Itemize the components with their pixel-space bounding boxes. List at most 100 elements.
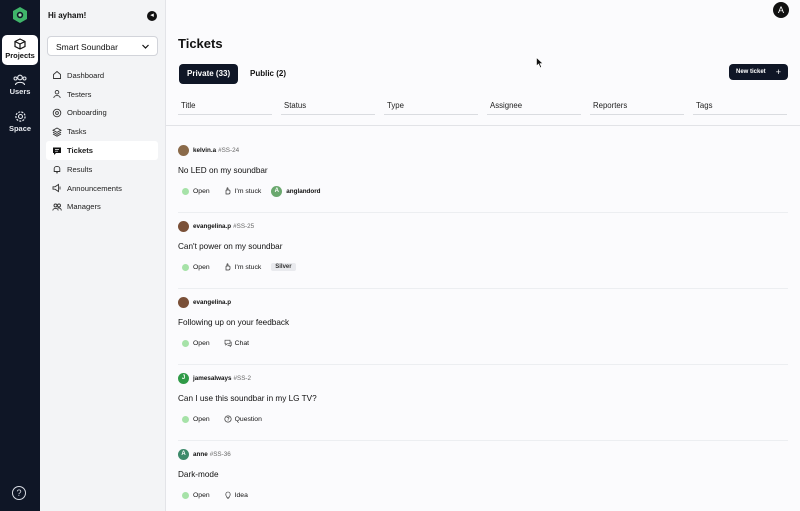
divider	[166, 125, 800, 126]
sidebar-item-managers[interactable]: Managers	[46, 198, 158, 217]
rail-item-projects[interactable]: Projects	[2, 35, 38, 65]
column-filter-type[interactable]: Type	[384, 97, 478, 115]
sidebar-item-testers[interactable]: Testers	[46, 85, 158, 104]
ticket-id: #SS-25	[233, 223, 255, 230]
sidebar-item-onboarding[interactable]: Onboarding	[46, 104, 158, 123]
status-dot	[182, 415, 189, 423]
status-dot	[182, 263, 189, 271]
status-label: Open	[193, 187, 210, 195]
status-label: Open	[193, 415, 210, 423]
sidebar-item-label: Tickets	[67, 146, 94, 156]
rail-item-label: Projects	[5, 51, 35, 60]
chat-icon	[53, 147, 61, 155]
status-dot	[182, 491, 189, 499]
gear-icon	[14, 111, 26, 122]
plus-icon: +	[775, 67, 781, 77]
layers-icon	[52, 127, 62, 137]
main-content: A Tickets Private (33) Public (2) New ti…	[166, 0, 800, 511]
sidebar-item-label: Managers	[67, 202, 101, 212]
sidebar-item-label: Dashboard	[67, 70, 105, 80]
ticket-title: No LED on my soundbar	[178, 166, 268, 175]
flower-icon	[52, 108, 62, 118]
sidebar-item-dashboard[interactable]: Dashboard	[46, 66, 158, 85]
ticket-row[interactable]: evangelina.p #SS-25 Can't power on my so…	[178, 213, 788, 289]
status-badge: Open	[178, 337, 214, 349]
house-icon	[53, 71, 61, 80]
type-label: Question	[234, 415, 262, 423]
ticket-row[interactable]: kelvin.a #SS-24 No LED on my soundbar Op…	[178, 137, 788, 213]
rail-item-space[interactable]: Space	[2, 107, 38, 137]
ticket-row[interactable]: A anne #SS-36 Dark-mode Open Idea	[178, 441, 788, 511]
type-badge: Question	[220, 413, 266, 425]
new-ticket-button[interactable]: New ticket +	[729, 64, 788, 80]
status-badge: Open	[178, 489, 214, 501]
sidebar-item-announcements[interactable]: Announcements	[46, 179, 158, 198]
ticket-title: Can't power on my soundbar	[178, 242, 283, 251]
sidebar-nav: Dashboard Testers Onboarding Tasks Ticke…	[46, 66, 158, 216]
box-icon	[14, 38, 26, 50]
sidebar-item-label: Onboarding	[67, 108, 107, 118]
tab-public[interactable]: Public (2)	[242, 64, 294, 84]
column-filter-reporters[interactable]: Reporters	[590, 97, 684, 115]
sidebar-item-label: Testers	[67, 89, 92, 99]
speaker-icon	[52, 183, 61, 193]
chat-bubble-icon	[224, 339, 232, 347]
column-filter-title[interactable]: Title	[178, 97, 272, 115]
app-logo-icon[interactable]	[11, 6, 29, 24]
reporter-name: jamesalways	[193, 375, 232, 382]
ticket-row[interactable]: evangelina.p Following up on your feedba…	[178, 289, 788, 365]
collapse-sidebar-icon[interactable]: ◂	[147, 11, 157, 21]
tab-private[interactable]: Private (33)	[179, 64, 239, 84]
sidebar-item-label: Announcements	[67, 183, 122, 193]
status-label: Open	[193, 263, 210, 271]
reporter-name: kelvin.a	[193, 147, 217, 154]
reporter-avatar	[178, 145, 189, 156]
help-icon[interactable]: ?	[12, 486, 26, 500]
status-label: Open	[193, 339, 210, 347]
column-filter-assignee[interactable]: Assignee	[487, 97, 581, 115]
ticket-tag: Silver	[271, 263, 296, 271]
reporter-avatar: J	[178, 373, 189, 384]
column-filter-status[interactable]: Status	[281, 97, 375, 115]
ticket-row[interactable]: J jamesalways #SS-2 Can I use this sound…	[178, 365, 788, 441]
new-ticket-label: New ticket	[736, 69, 766, 75]
reporter-avatar: A	[178, 449, 189, 460]
project-sidebar: Hi ayham! ◂ Smart Soundbar Dashboard Tes…	[40, 0, 166, 511]
sidebar-item-tickets[interactable]: Tickets	[46, 141, 158, 160]
chevron-down-icon	[142, 44, 149, 49]
status-dot	[182, 187, 189, 195]
bell-icon	[53, 166, 61, 174]
rail-item-users[interactable]: Users	[2, 71, 38, 101]
sidebar-item-label: Tasks	[67, 127, 87, 137]
sidebar-item-results[interactable]: Results	[46, 160, 158, 179]
type-label: I'm stuck	[234, 187, 262, 195]
status-badge: Open	[178, 413, 214, 425]
ticket-id: #SS-36	[209, 451, 231, 458]
type-badge: I'm stuck	[220, 185, 266, 197]
hand-icon	[225, 263, 230, 271]
sidebar-item-label: Results	[67, 164, 93, 174]
reporter-avatar	[178, 297, 189, 308]
ticket-title: Dark-mode	[178, 470, 219, 479]
question-circle-icon	[224, 415, 232, 423]
user-avatar[interactable]: A	[773, 2, 789, 18]
people-icon	[52, 203, 62, 211]
type-label: Idea	[234, 491, 248, 499]
status-label: Open	[193, 491, 210, 499]
status-dot	[182, 339, 189, 347]
ticket-id: #SS-2	[233, 375, 252, 382]
reporter-name: evangelina.p	[193, 299, 232, 306]
rail-item-label: Users	[9, 87, 31, 96]
assignee-avatar: A	[271, 185, 283, 197]
type-badge: I'm stuck	[220, 261, 266, 273]
app-rail: Projects Users Space ?	[0, 0, 40, 511]
column-filter-tags[interactable]: Tags	[693, 97, 787, 115]
type-label: Chat	[234, 339, 249, 347]
filter-columns: Title Status Type Assignee Reporters Tag…	[178, 97, 788, 117]
project-select[interactable]: Smart Soundbar	[47, 36, 158, 56]
hand-icon	[225, 187, 230, 195]
page-title: Tickets	[178, 36, 223, 51]
users-icon	[13, 74, 27, 86]
assignee-name: anglandord	[286, 187, 321, 195]
sidebar-item-tasks[interactable]: Tasks	[46, 122, 158, 141]
